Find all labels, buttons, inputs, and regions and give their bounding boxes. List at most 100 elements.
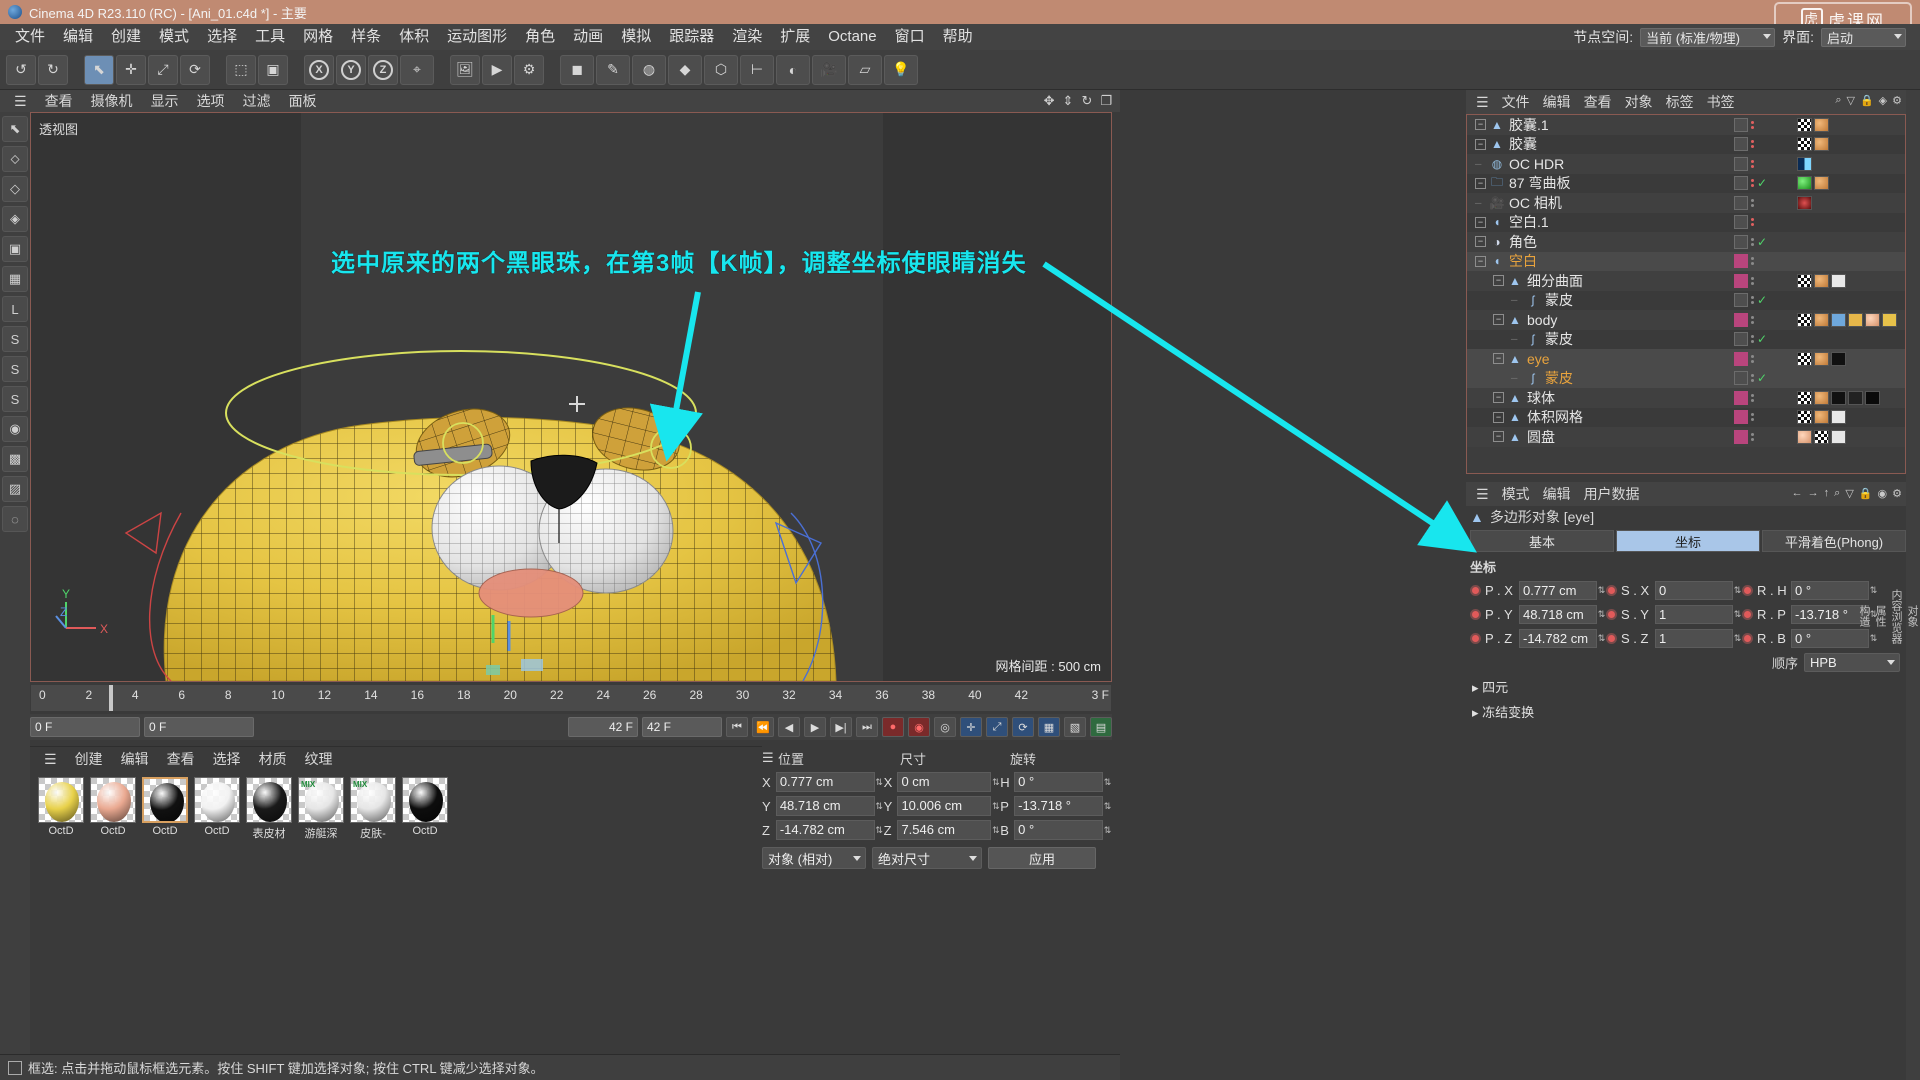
object-tag-icon[interactable] xyxy=(1814,312,1829,327)
tab-basic[interactable]: 基本 xyxy=(1470,530,1614,552)
visibility-dots-icon[interactable] xyxy=(1751,198,1754,207)
visibility-dots-icon[interactable] xyxy=(1751,257,1754,266)
up-arrow-icon[interactable]: ↑ xyxy=(1824,487,1830,500)
object-name[interactable]: OC HDR xyxy=(1509,156,1564,172)
stepper-icon[interactable]: ⇅ xyxy=(1597,580,1606,600)
render-view-button[interactable]: ▣ xyxy=(258,54,288,85)
object-tag-icon[interactable] xyxy=(1797,429,1812,444)
menu-item-select[interactable]: 选择 xyxy=(198,24,246,50)
material-swatch[interactable]: OctD xyxy=(90,777,136,841)
prev-keyframe-button[interactable]: ⏪ xyxy=(752,717,774,737)
perspective-viewport[interactable]: 透视图 网格间距 : 500 cm Y X Z 选中原来的两个黑眼珠，在第3帧【… xyxy=(30,112,1112,682)
display-toggle-icon[interactable] xyxy=(1734,117,1748,132)
layer-color-swatch[interactable] xyxy=(1734,254,1748,269)
stepper-icon[interactable]: ⇅ xyxy=(1103,796,1112,816)
stepper-icon[interactable]: ⇅ xyxy=(1733,604,1742,624)
timeline-playhead[interactable] xyxy=(108,685,113,711)
visibility-dots-icon[interactable] xyxy=(1751,276,1754,285)
animation-track-led-icon[interactable] xyxy=(1470,632,1481,644)
menu-item-render[interactable]: 渲染 xyxy=(723,24,771,50)
menu-item-help[interactable]: 帮助 xyxy=(934,24,982,50)
coord-apply-button[interactable]: 应用 xyxy=(988,847,1096,869)
stepper-icon[interactable]: ⇅ xyxy=(1597,628,1606,648)
prev-frame-button[interactable]: ◀ xyxy=(778,717,800,737)
redo-button[interactable]: ↻ xyxy=(38,54,68,85)
rail-texture-mode-icon[interactable]: ▦ xyxy=(2,266,28,292)
scale-tool-button[interactable]: ⤢ xyxy=(148,54,178,85)
object-name[interactable]: 蒙皮 xyxy=(1545,329,1573,349)
display-toggle-icon[interactable] xyxy=(1734,371,1748,386)
visibility-dots-icon[interactable] xyxy=(1751,218,1754,227)
visibility-dots-icon[interactable] xyxy=(1751,335,1754,344)
object-tag-icon[interactable] xyxy=(1831,351,1846,366)
object-tag-icon[interactable] xyxy=(1814,137,1829,152)
visibility-dots-icon[interactable] xyxy=(1751,179,1754,188)
enabled-check-icon[interactable]: ✓ xyxy=(1757,176,1767,190)
material-swatch[interactable]: OctD xyxy=(402,777,448,841)
lock-icon[interactable]: 🔒 xyxy=(1860,94,1874,107)
search-icon[interactable]: ⌕ xyxy=(1834,487,1840,500)
enabled-check-icon[interactable]: ✓ xyxy=(1757,332,1767,346)
rail-lock-icon[interactable]: ▨ xyxy=(2,476,28,502)
attribute-position-input[interactable]: 0.777 cm xyxy=(1519,580,1597,600)
expand-collapse-icon[interactable]: − xyxy=(1493,411,1504,423)
docked-tab-structure[interactable]: 构造 xyxy=(1856,170,1872,1062)
object-menu-view[interactable]: 查看 xyxy=(1578,92,1618,112)
stepper-icon[interactable]: ⇅ xyxy=(875,772,884,792)
object-tag-icon[interactable] xyxy=(1831,273,1846,288)
object-tag-icon[interactable] xyxy=(1831,312,1846,327)
light-button[interactable]: ◐ xyxy=(776,54,810,85)
record-keyframe-button[interactable]: ◉ xyxy=(908,717,930,737)
object-menu-edit[interactable]: 编辑 xyxy=(1537,92,1577,112)
coord-rotation-input[interactable]: -13.718 ° xyxy=(1014,796,1104,816)
rail-polygon-mode-icon[interactable]: ◈ xyxy=(2,206,28,232)
rotate-tool-button[interactable]: ⟳ xyxy=(180,54,210,85)
end-frame-field[interactable]: 42 F xyxy=(642,717,722,737)
object-tag-icon[interactable] xyxy=(1797,312,1812,327)
dolly-icon[interactable]: ⇕ xyxy=(1063,93,1074,109)
render-region-button[interactable]: ⬚ xyxy=(226,54,256,85)
object-tag-icon[interactable] xyxy=(1797,390,1812,405)
coord-position-input[interactable]: 0.777 cm xyxy=(775,772,875,792)
menu-item-spline[interactable]: 样条 xyxy=(342,24,390,50)
attribute-menu-mode[interactable]: 模式 xyxy=(1496,484,1536,504)
object-tag-icon[interactable] xyxy=(1831,410,1846,425)
menu-item-tracker[interactable]: 跟踪器 xyxy=(660,24,723,50)
expand-collapse-icon[interactable]: − xyxy=(1475,236,1486,248)
stepper-icon[interactable]: ⇅ xyxy=(875,820,884,840)
object-name[interactable]: 胶囊 xyxy=(1509,134,1537,154)
menu-item-tools[interactable]: 工具 xyxy=(246,24,294,50)
expander-freeze-transform[interactable]: ▸ 冻结变换 xyxy=(1466,699,1906,724)
visibility-dots-icon[interactable] xyxy=(1751,140,1754,149)
pan-icon[interactable]: ✥ xyxy=(1044,93,1055,109)
spline-pen-button[interactable]: ✎ xyxy=(596,54,630,85)
attribute-scale-input[interactable]: 0 xyxy=(1655,580,1733,600)
attribute-scale-input[interactable]: 1 xyxy=(1655,628,1733,648)
attribute-scale-input[interactable]: 1 xyxy=(1655,604,1733,624)
maximize-viewport-icon[interactable]: ❐ xyxy=(1100,93,1112,109)
object-manager-row[interactable]: − ▲ eye xyxy=(1467,349,1905,369)
viewport-menu-panel[interactable]: 面板 xyxy=(281,91,325,111)
display-toggle-icon[interactable] xyxy=(1734,137,1748,152)
menu-item-animation[interactable]: 动画 xyxy=(564,24,612,50)
viewport-menu-options[interactable]: 选项 xyxy=(189,91,233,111)
expand-collapse-icon[interactable]: − xyxy=(1475,177,1486,189)
material-swatch[interactable]: OctD xyxy=(194,777,240,841)
docked-tab-attributes[interactable]: 属性 xyxy=(1872,170,1888,1062)
object-manager-row[interactable]: − ◖ 空白 xyxy=(1467,251,1905,271)
next-frame-button[interactable]: ▶| xyxy=(830,717,852,737)
object-manager-row[interactable]: ─ ʃ 蒙皮 ✓ xyxy=(1467,329,1905,349)
rail-snap-s2-icon[interactable]: S xyxy=(2,356,28,382)
object-tag-icon[interactable] xyxy=(1797,176,1812,191)
back-arrow-icon[interactable]: ← xyxy=(1792,487,1803,500)
visibility-dots-icon[interactable] xyxy=(1751,120,1754,129)
layer-color-swatch[interactable] xyxy=(1734,312,1748,327)
object-tag-icon[interactable] xyxy=(1797,195,1812,210)
goto-start-button[interactable]: ⏮ xyxy=(726,717,748,737)
enabled-check-icon[interactable]: ✓ xyxy=(1757,293,1767,307)
object-menu-bookmarks[interactable]: 书签 xyxy=(1701,92,1741,112)
object-name[interactable]: 细分曲面 xyxy=(1527,271,1583,291)
visibility-dots-icon[interactable] xyxy=(1751,296,1754,305)
object-tag-icon[interactable] xyxy=(1797,351,1812,366)
stepper-icon[interactable]: ⇅ xyxy=(991,820,1000,840)
